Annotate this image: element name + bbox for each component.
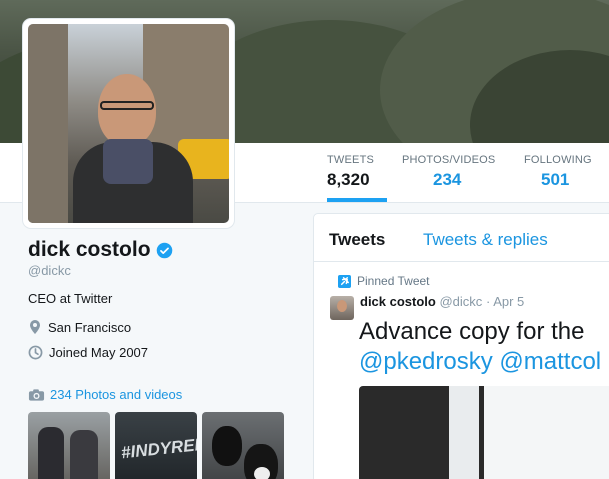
map-pin-icon — [30, 320, 40, 334]
profile-avatar[interactable] — [23, 19, 234, 228]
pinned-label: Pinned Tweet — [357, 274, 430, 288]
nav-following[interactable]: FOLLOWING 501 — [524, 143, 594, 203]
tweet-author-handle[interactable]: @dickc — [439, 294, 482, 309]
profile-joined: Joined May 2007 — [28, 345, 298, 360]
location-text[interactable]: San Francisco — [48, 320, 131, 335]
photos-videos-label: 234 Photos and videos — [50, 387, 183, 402]
thumb-indyref-text: #INDYREF — [120, 434, 197, 463]
photo-thumbnail[interactable] — [202, 412, 284, 479]
tab-tweets-replies[interactable]: Tweets & replies — [423, 230, 548, 250]
verified-badge-icon — [156, 242, 172, 258]
joined-text: Joined May 2007 — [49, 345, 149, 360]
tweet-mentions[interactable]: @pkedrosky @mattcol — [359, 347, 601, 377]
nav-following-label: FOLLOWING — [524, 154, 592, 166]
photos-videos-link[interactable]: 234 Photos and videos — [28, 387, 182, 402]
nav-following-count: 501 — [541, 170, 570, 189]
nav-photos-label: PHOTOS/VIDEOS — [402, 154, 496, 166]
timeline-panel: Tweets Tweets & replies Pinned Tweet dic… — [313, 213, 609, 479]
photo-thumbnails: #INDYREF — [28, 412, 284, 479]
photo-thumbnail[interactable] — [28, 412, 110, 479]
camera-icon — [28, 388, 45, 401]
pinned-indicator: Pinned Tweet — [338, 274, 430, 288]
nav-tweets-label: TWEETS — [327, 154, 375, 166]
clock-icon — [28, 345, 43, 360]
profile-handle[interactable]: @dickc — [28, 263, 298, 278]
avatar-photo — [28, 24, 229, 223]
timeline-tabs: Tweets Tweets & replies — [314, 214, 609, 262]
nav-tweets[interactable]: TWEETS 8,320 — [327, 143, 387, 203]
pin-icon — [338, 274, 351, 288]
profile-bio: CEO at Twitter — [28, 291, 113, 306]
profile-card: dick costolo @dickc CEO at Twitter San F… — [28, 238, 298, 360]
tweet-avatar[interactable] — [330, 296, 354, 320]
tweet-header: dick costolo @dickc · Apr 5 — [360, 294, 524, 309]
photo-thumbnail[interactable]: #INDYREF — [115, 412, 197, 479]
tab-tweets[interactable]: Tweets — [329, 230, 385, 250]
nav-photos[interactable]: PHOTOS/VIDEOS 234 — [402, 143, 502, 203]
profile-name[interactable]: dick costolo — [28, 238, 151, 262]
tweet-text: Advance copy for the — [359, 318, 585, 345]
profile-location: San Francisco — [28, 319, 298, 335]
tweet-author-name[interactable]: dick costolo — [360, 294, 436, 309]
tweet-media[interactable] — [359, 386, 609, 479]
nav-photos-count: 234 — [433, 170, 462, 189]
tweet-date[interactable]: Apr 5 — [493, 294, 524, 309]
tweet-separator: · — [485, 294, 491, 309]
nav-tweets-count: 8,320 — [327, 170, 370, 189]
